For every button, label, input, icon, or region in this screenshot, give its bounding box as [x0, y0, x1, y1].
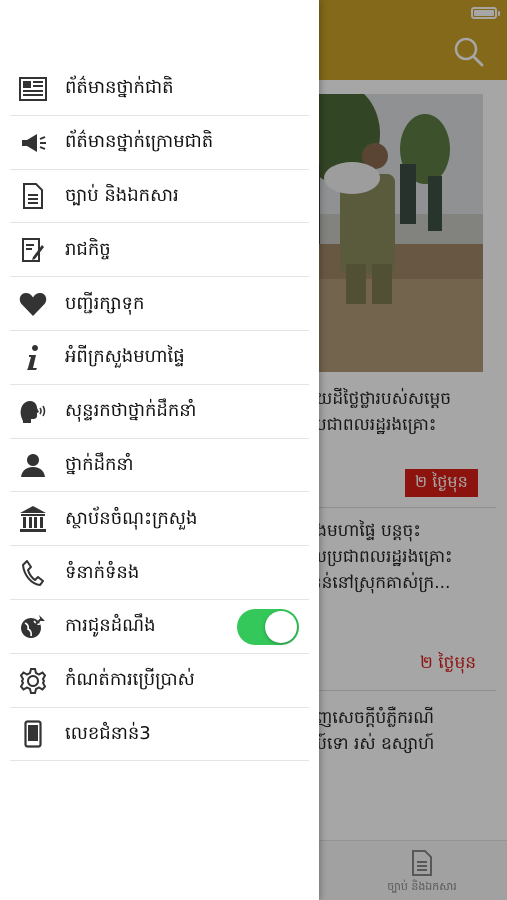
menu-item-label: ថ្នាក់ដឹកនាំ: [65, 453, 134, 475]
menu-item-notifications[interactable]: ការជូនដំណឹង: [0, 600, 319, 654]
menu-item-royal-gazette[interactable]: រាជកិច្ច: [0, 223, 319, 277]
menu-item-subnational-news[interactable]: ព័ត៌មានថ្នាក់ក្រោមជាតិ: [0, 116, 319, 170]
notifications-toggle[interactable]: [237, 608, 299, 645]
menu-item-label: រាជកិច្ច: [65, 238, 111, 260]
menu-item-ministry-institutions[interactable]: ស្ថាប័នចំណុះក្រសួង: [0, 492, 319, 546]
gear-icon: [18, 666, 48, 696]
info-icon: [18, 343, 48, 373]
mobile-phone-icon: [18, 719, 48, 749]
menu-item-saved-list[interactable]: បញ្ជីរក្សាទុក: [0, 277, 319, 331]
menu-item-laws-documents[interactable]: ច្បាប់ និងឯកសារ: [0, 170, 319, 224]
speaking-head-icon: [18, 397, 48, 427]
menu-item-label: ការជូនដំណឹង: [65, 615, 156, 637]
side-drawer: ព័ត៌មានថ្នាក់ជាតិ ព័ត៌មានថ្នាក់ក្រោមជាតិ…: [0, 0, 319, 900]
document-icon: [18, 181, 48, 211]
menu-item-label: អំពីក្រសួងមហាផ្ទៃ: [65, 346, 185, 368]
menu-item-national-news[interactable]: ព័ត៌មានថ្នាក់ជាតិ: [0, 62, 319, 116]
newspaper-icon: [18, 74, 48, 104]
toggle-knob: [265, 610, 297, 643]
menu-item-label: បញ្ជីរក្សាទុក: [65, 292, 145, 314]
menu-item-label: ព័ត៌មានថ្នាក់ជាតិ: [65, 77, 174, 99]
menu-item-version[interactable]: លេខជំនាន់3: [0, 708, 319, 762]
menu-item-settings[interactable]: កំណត់ការប្រើប្រាស់: [0, 654, 319, 708]
heart-icon: [18, 289, 48, 319]
megaphone-icon: [18, 128, 48, 158]
menu-item-contact[interactable]: ទំនាក់ទំនង: [0, 546, 319, 600]
menu-item-label: ទំនាក់ទំនង: [65, 561, 140, 583]
menu-item-label: លេខជំនាន់3: [65, 722, 151, 744]
menu-item-label: សុន្ទរកថាថ្នាក់ដឹកនាំ: [65, 400, 197, 422]
institution-icon: [18, 504, 48, 534]
edit-document-icon: [18, 235, 48, 265]
menu-item-label: ច្បាប់ និងឯកសារ: [65, 184, 179, 206]
phone-icon: [18, 558, 48, 588]
menu-item-about-ministry[interactable]: អំពីក្រសួងមហាផ្ទៃ: [0, 331, 319, 385]
menu-item-leadership[interactable]: ថ្នាក់ដឹកនាំ: [0, 439, 319, 493]
menu-item-leadership-speeches[interactable]: សុន្ទរកថាថ្នាក់ដឹកនាំ: [0, 385, 319, 439]
drawer-menu: ព័ត៌មានថ្នាក់ជាតិ ព័ត៌មានថ្នាក់ក្រោមជាតិ…: [0, 62, 319, 762]
globe-notification-icon: [18, 612, 48, 642]
menu-item-label: ព័ត៌មានថ្នាក់ក្រោមជាតិ: [65, 131, 214, 153]
menu-item-label: ស្ថាប័នចំណុះក្រសួង: [65, 507, 198, 529]
person-icon: [18, 450, 48, 480]
menu-item-label: កំណត់ការប្រើប្រាស់: [65, 669, 195, 691]
